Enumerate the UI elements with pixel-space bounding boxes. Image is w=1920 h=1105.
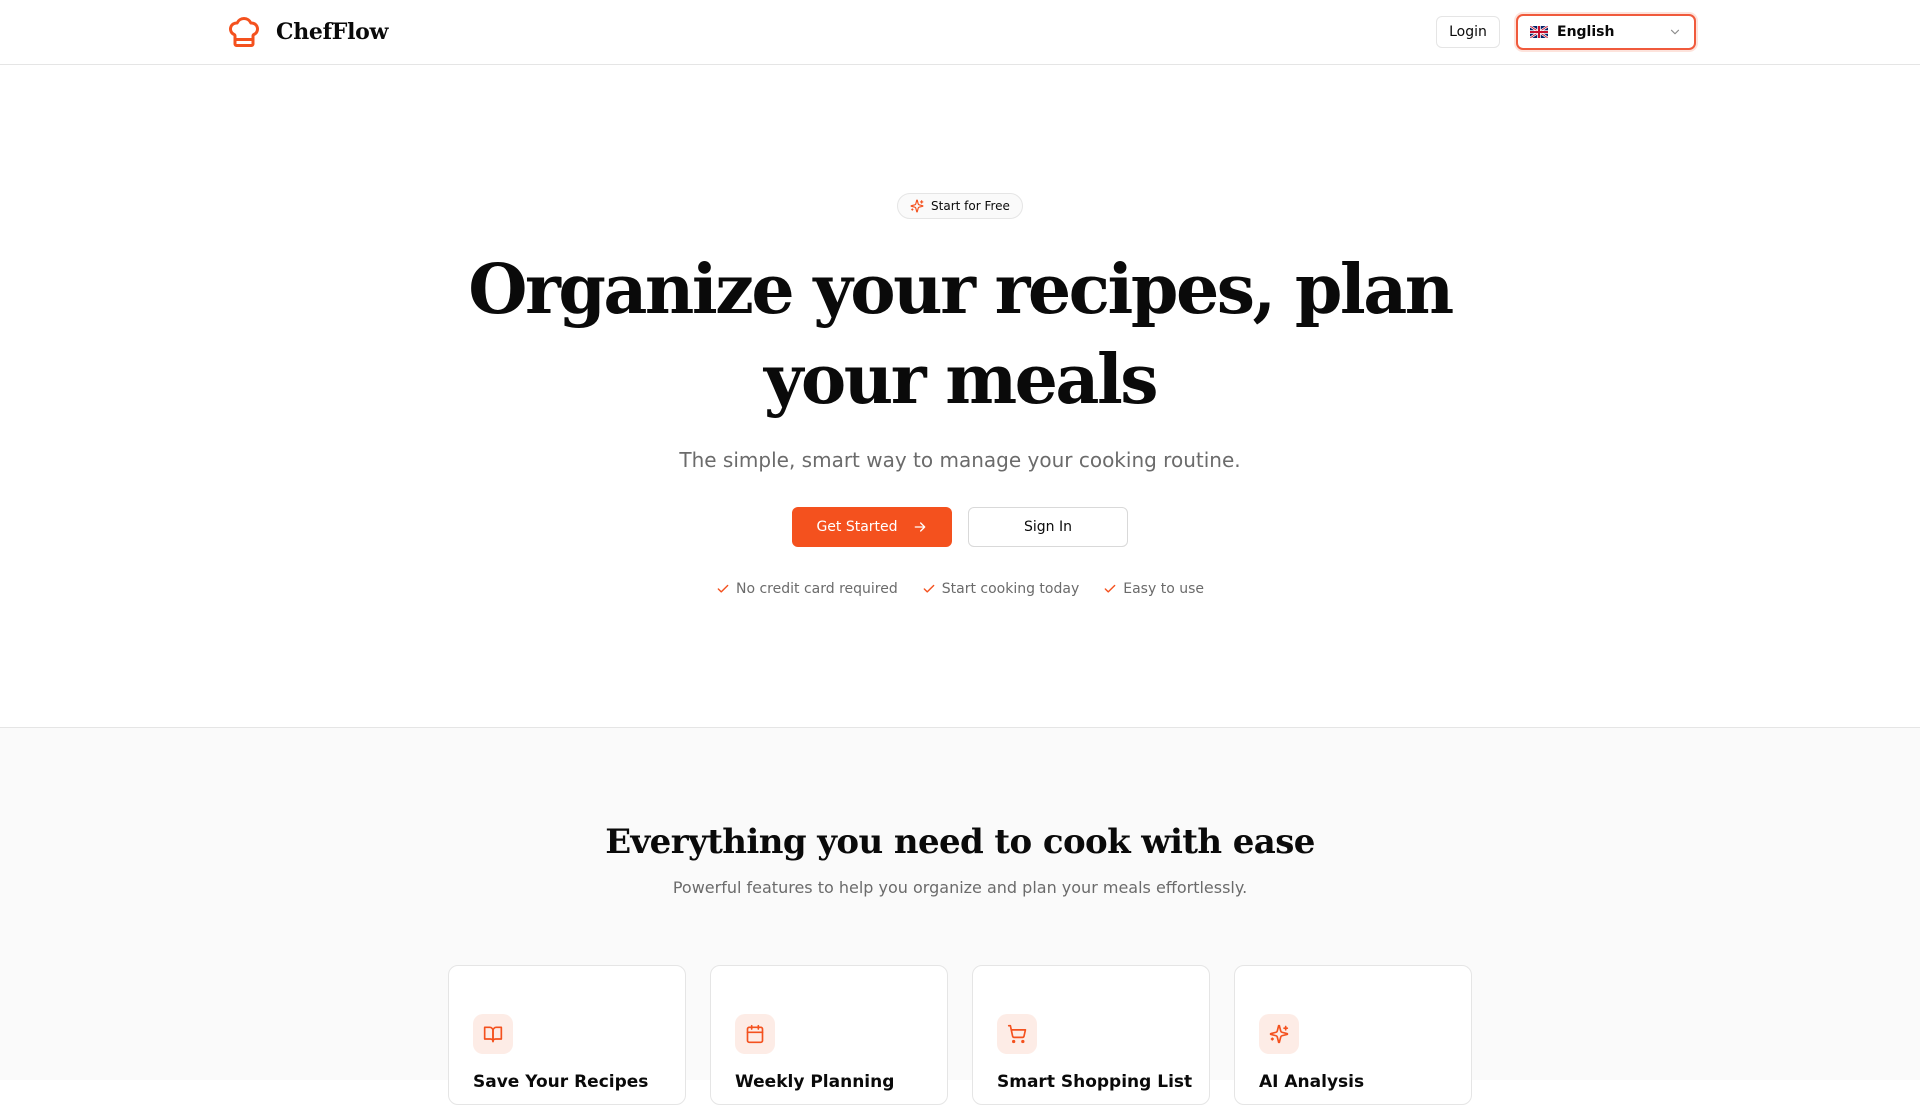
- brand-name: ChefFlow: [276, 19, 389, 45]
- hero-cta-group: Get Started Sign In: [792, 507, 1128, 547]
- hero-subtitle: The simple, smart way to manage your coo…: [679, 448, 1241, 472]
- get-started-button[interactable]: Get Started: [792, 507, 952, 547]
- language-select[interactable]: English: [1516, 14, 1696, 50]
- feature-card: Weekly Planning: [710, 965, 948, 1105]
- feature-card: AI Analysis: [1234, 965, 1472, 1105]
- shopping-cart-icon: [1007, 1024, 1027, 1044]
- feature-title: Save Your Recipes: [473, 1072, 649, 1092]
- arrow-right-icon: [914, 522, 925, 532]
- feature-title: Weekly Planning: [735, 1072, 895, 1092]
- badge-label: Start for Free: [931, 199, 1010, 213]
- brand-logo-link[interactable]: ChefFlow: [226, 14, 388, 50]
- login-button[interactable]: Login: [1436, 16, 1500, 48]
- hero-title: Organize your recipes, plan your meals: [468, 250, 1454, 420]
- perk-item: No credit card required: [716, 579, 898, 599]
- perk-label: Start cooking today: [941, 581, 1080, 597]
- sparkles-icon: [910, 199, 924, 213]
- features-section: Everything you need to cook with ease Po…: [0, 727, 1920, 1105]
- get-started-label: Get Started: [816, 519, 898, 535]
- check-icon: [717, 584, 729, 593]
- features-subtitle: Powerful features to help you organize a…: [672, 878, 1248, 897]
- sign-in-button[interactable]: Sign In: [968, 507, 1128, 547]
- check-icon: [923, 584, 935, 593]
- chevron-down-icon: [1670, 29, 1680, 35]
- perk-label: No credit card required: [736, 581, 898, 597]
- perks-list: No credit card required Start cooking to…: [0, 579, 1920, 599]
- start-free-badge: Start for Free: [897, 193, 1023, 219]
- uk-flag-icon: [1530, 26, 1548, 38]
- perk-label: Easy to use: [1123, 581, 1204, 597]
- chef-hat-icon: [229, 17, 259, 47]
- hero-section: Start for Free Organize your recipes, pl…: [0, 65, 1920, 727]
- feature-card: Smart Shopping List: [972, 965, 1210, 1105]
- feature-icon-wrap: [997, 1014, 1037, 1054]
- sparkles-icon: [1269, 1024, 1289, 1044]
- top-navbar: ChefFlow Login English: [0, 0, 1920, 65]
- language-label: English: [1557, 24, 1615, 40]
- perk-item: Start cooking today: [922, 579, 1080, 599]
- check-icon: [1104, 584, 1116, 593]
- perk-item: Easy to use: [1103, 579, 1204, 599]
- feature-title: Smart Shopping List: [997, 1072, 1193, 1092]
- feature-icon-wrap: [473, 1014, 513, 1054]
- feature-title: AI Analysis: [1259, 1072, 1365, 1092]
- feature-icon-wrap: [735, 1014, 775, 1054]
- features-title: Everything you need to cook with ease: [605, 822, 1315, 862]
- feature-cards: Save Your Recipes Weekly Planning Smart …: [448, 965, 1472, 1105]
- calendar-icon: [746, 1024, 764, 1044]
- book-open-icon: [483, 1026, 503, 1043]
- feature-icon-wrap: [1259, 1014, 1299, 1054]
- feature-card: Save Your Recipes: [448, 965, 686, 1105]
